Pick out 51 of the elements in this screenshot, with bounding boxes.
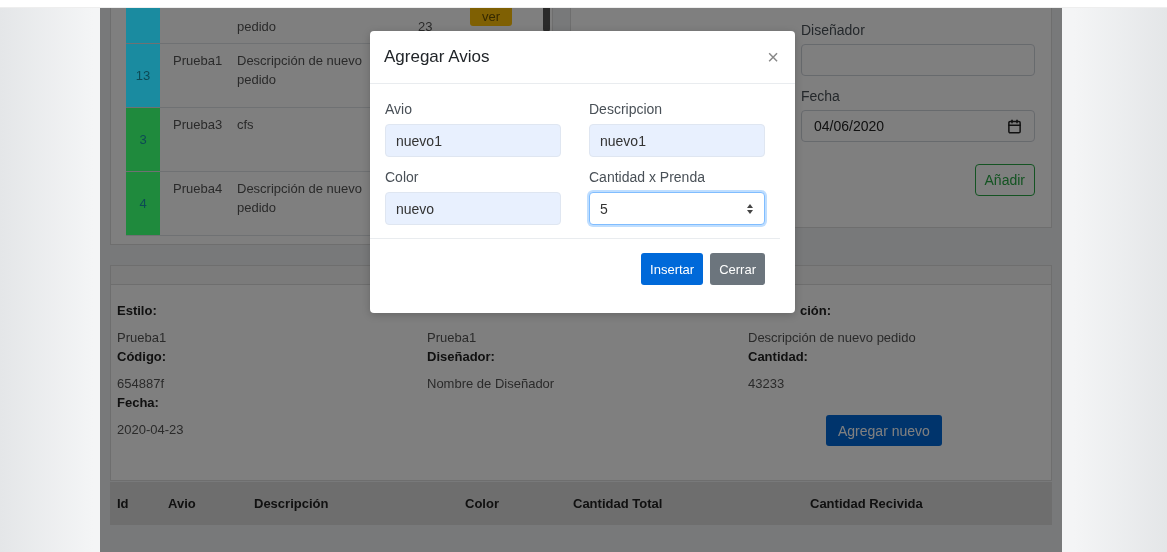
input-field[interactable]: 5 [589,192,765,225]
field-label: Fecha [801,88,841,104]
field-label: Diseñador [801,22,866,38]
detail-value: Prueba1 [427,330,478,345]
scrollbar-thumb[interactable] [543,8,550,32]
insert-button[interactable]: Insertar [641,253,704,285]
field-label: Cantidad x Prenda [589,169,706,185]
detail-label: Fecha: [117,395,160,412]
add-new-button[interactable]: Agregar nuevo [826,415,942,446]
detail-label: Cantidad: [748,349,809,366]
detail-label: Estilo: [117,303,158,320]
detail-value: 43233 [748,376,786,391]
detail-label: Código: [117,349,168,366]
id-cell: 13 [126,44,160,107]
style-name: Prueba4 [173,180,223,198]
calendar-icon[interactable] [1007,118,1022,134]
column-header: Cantidad Total [572,496,664,511]
input-field[interactable]: nuevo1 [385,124,561,157]
order-quantity: 23 [418,18,433,37]
detail-value: Prueba1 [117,330,168,345]
column-header: Cantidad Recivida [809,496,924,511]
spinner-icon[interactable] [746,202,754,215]
id-cell: 4 [126,172,160,235]
column-header: Color [464,496,500,511]
column-header: Id [116,496,130,511]
order-description: pedido [237,18,277,37]
field-label: Descripcion [589,101,664,117]
modal-title: Agregar Avios [384,47,490,67]
order-description: cfs [237,116,254,134]
field-label: Avio [385,101,413,117]
input-field[interactable] [801,44,1035,76]
style-name: Prueba3 [173,116,223,134]
view-button[interactable]: ver [470,8,513,26]
order-description: Descripción de nuevo pedido [237,52,364,89]
detail-value: 654887f [117,376,165,391]
id-cell: 3 [126,108,160,171]
detail-value: Descripción de nuevo pedido [748,330,917,345]
column-header: Descripción [253,496,330,511]
date-field[interactable]: 04/06/2020 [801,110,1035,142]
detail-label: ción: [800,303,833,320]
close-button[interactable]: × [767,45,779,69]
field-label: Color [385,169,420,185]
column-header: Avio [167,496,197,511]
detail-value: Nombre de Diseñador [427,376,556,391]
input-field[interactable]: nuevo [385,192,561,225]
style-name: Prueba1 [173,52,223,70]
order-description: Descripción de nuevo pedido [237,180,364,217]
close-button[interactable]: Cerrar [710,253,765,285]
detail-label: Diseñador: [427,349,496,366]
input-field[interactable]: nuevo1 [589,124,765,157]
detail-value: 2020-04-23 [117,422,185,437]
